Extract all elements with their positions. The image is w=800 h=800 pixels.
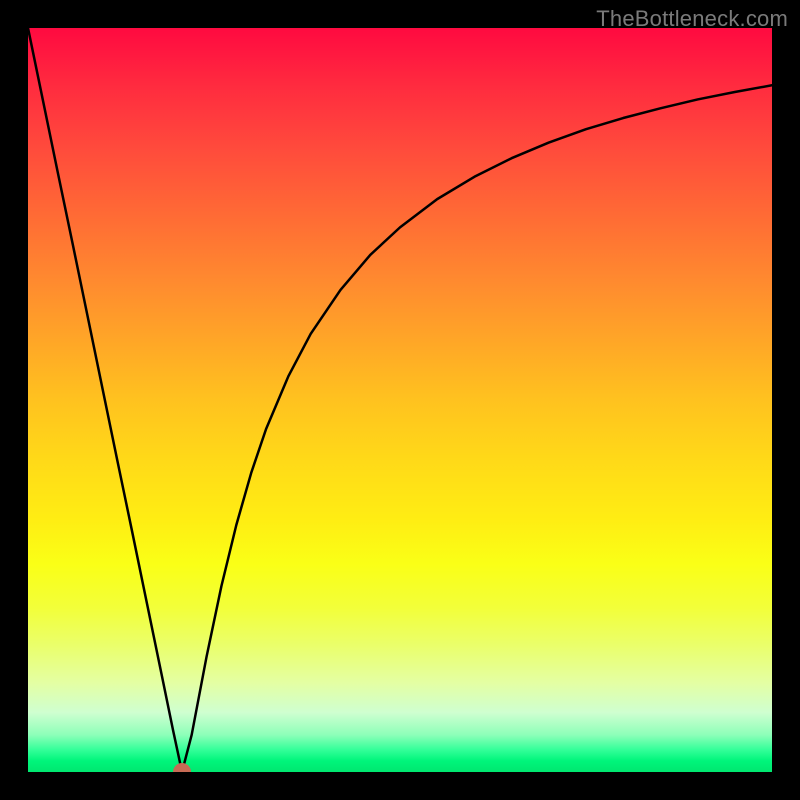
chart-container: TheBottleneck.com <box>0 0 800 800</box>
plot-area <box>28 28 772 772</box>
bottleneck-curve <box>28 28 772 772</box>
curve-svg <box>28 28 772 772</box>
optimum-point-marker <box>173 763 191 772</box>
